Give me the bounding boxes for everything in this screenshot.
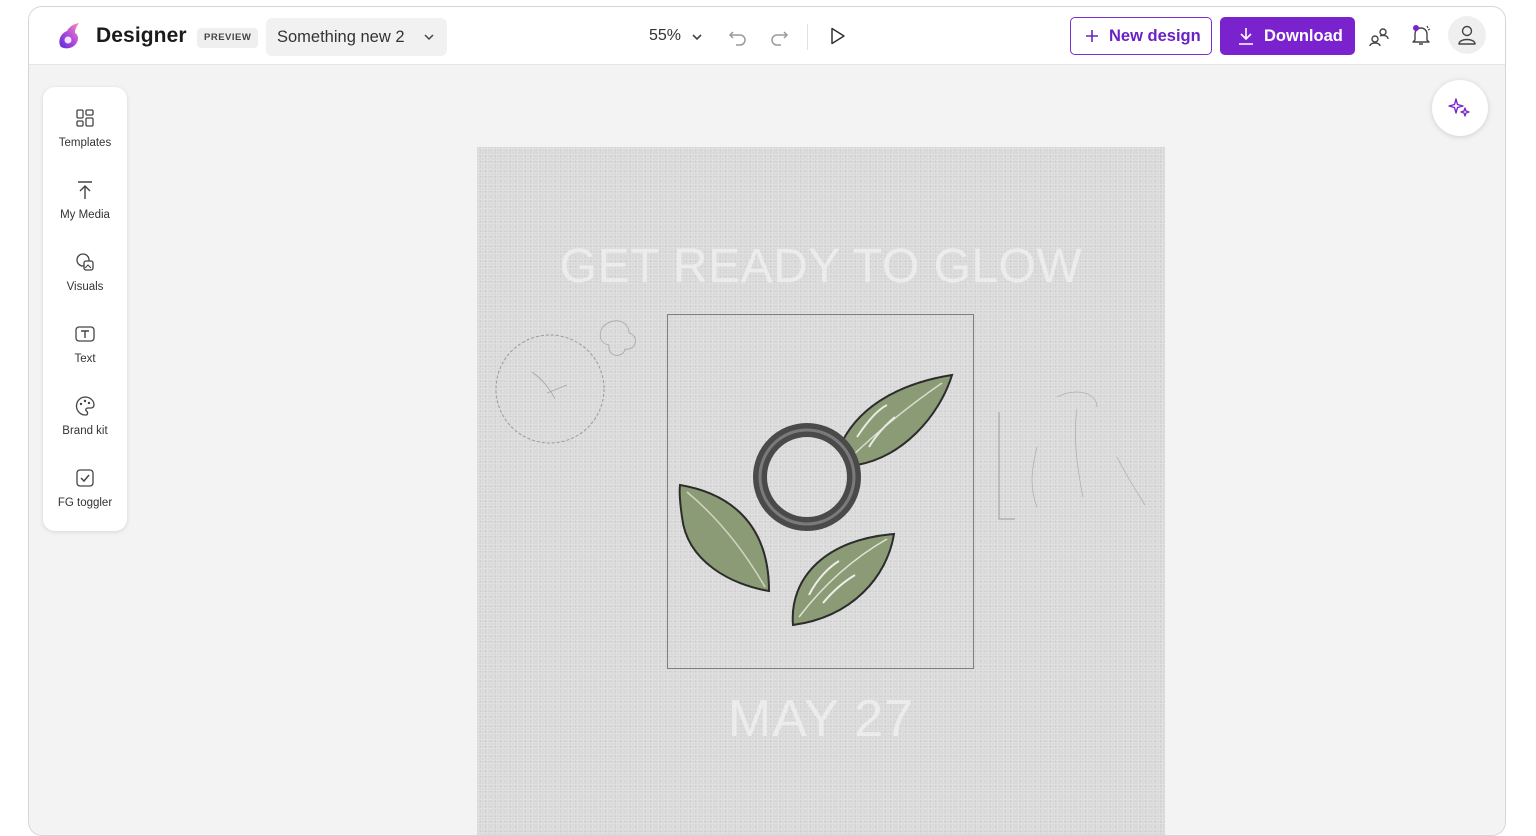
new-design-label: New design xyxy=(1109,27,1201,45)
sidebar-item-my-media[interactable]: My Media xyxy=(43,179,127,241)
palette-icon xyxy=(75,396,95,416)
copilot-button[interactable] xyxy=(1432,80,1488,136)
sidebar-item-text[interactable]: Text xyxy=(43,323,127,385)
account-avatar[interactable] xyxy=(1448,16,1486,54)
top-bar: Designer PREVIEW Something new 2 55% New… xyxy=(29,7,1505,65)
canvas-date[interactable]: MAY 27 xyxy=(477,689,1165,749)
sparkle-icon xyxy=(1448,98,1470,117)
designer-logo-icon xyxy=(59,23,79,49)
sidebar-item-label: Text xyxy=(74,353,96,365)
redo-icon[interactable] xyxy=(768,25,790,47)
undo-icon[interactable] xyxy=(727,25,749,47)
download-icon xyxy=(1239,28,1253,45)
chevron-down-icon xyxy=(424,34,434,41)
sidebar-item-label: FG toggler xyxy=(57,497,113,509)
sidebar-item-visuals[interactable]: Visuals xyxy=(43,251,127,313)
visuals-icon xyxy=(76,253,94,271)
toolbar-divider xyxy=(807,24,808,50)
templates-icon xyxy=(76,109,94,127)
sidebar-item-brand-kit[interactable]: Brand kit xyxy=(43,395,127,457)
chevron-down-icon xyxy=(692,34,702,41)
play-icon[interactable] xyxy=(826,25,848,47)
text-icon xyxy=(75,326,95,342)
zoom-dropdown[interactable]: 55% xyxy=(649,24,702,48)
download-label: Download xyxy=(1264,27,1343,45)
account-icon xyxy=(1458,25,1476,45)
left-sidebar: Templates My Media Visuals Text Brand ki… xyxy=(43,87,127,531)
app-title: Designer xyxy=(96,24,187,47)
share-icon[interactable] xyxy=(1368,25,1390,47)
checkbox-icon xyxy=(76,469,94,487)
sidebar-item-fg-toggler[interactable]: FG toggler xyxy=(43,467,127,529)
preview-badge: PREVIEW xyxy=(197,28,259,48)
sidebar-item-templates[interactable]: Templates xyxy=(43,107,127,169)
sidebar-item-label: Templates xyxy=(58,137,112,149)
plus-icon xyxy=(1086,30,1098,42)
notifications-icon[interactable] xyxy=(1410,24,1432,46)
document-name: Something new 2 xyxy=(277,28,405,46)
upload-icon xyxy=(78,181,92,199)
sidebar-item-label: Visuals xyxy=(66,281,104,293)
design-canvas[interactable]: GET READY TO GLOW MAY 27 xyxy=(477,147,1165,835)
app-window: Designer PREVIEW Something new 2 55% New… xyxy=(28,6,1506,836)
zoom-level: 55% xyxy=(649,27,682,44)
sidebar-item-label: Brand kit xyxy=(62,425,108,437)
new-design-button[interactable]: New design xyxy=(1070,17,1212,55)
sidebar-item-label: My Media xyxy=(60,209,110,221)
document-name-dropdown[interactable]: Something new 2 xyxy=(266,18,447,56)
download-button[interactable]: Download xyxy=(1220,17,1355,55)
